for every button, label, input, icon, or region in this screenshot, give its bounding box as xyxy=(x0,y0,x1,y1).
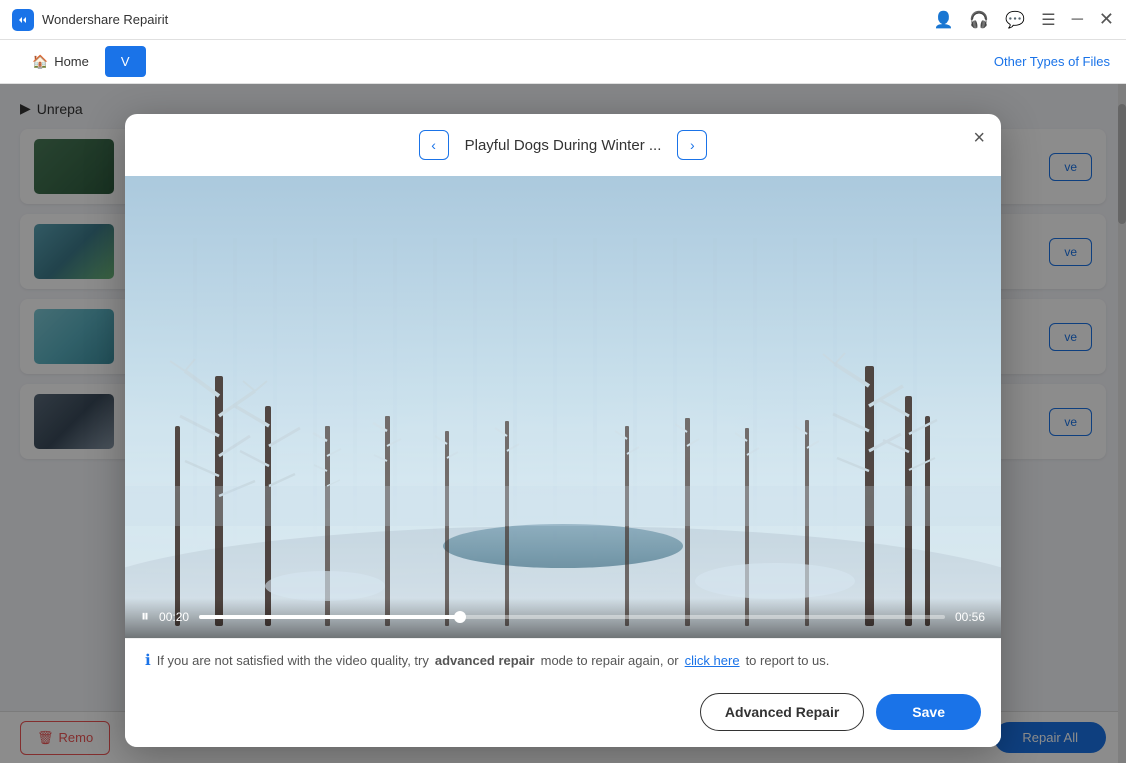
click-here-link[interactable]: click here xyxy=(685,653,740,668)
title-bar-right: 👤 🎧 💬 ☰ ─ ✕ xyxy=(933,9,1114,30)
info-icon: ℹ xyxy=(145,651,151,669)
menu-icon[interactable]: ☰ xyxy=(1041,10,1055,30)
close-icon[interactable]: ✕ xyxy=(1099,9,1114,30)
controls-row: ⏸ 00:20 00:56 xyxy=(141,608,985,626)
video-controls: ⏸ 00:20 00:56 xyxy=(125,598,1001,638)
tree-svg xyxy=(125,176,1001,638)
progress-thumb[interactable] xyxy=(454,611,466,623)
nav-video-tab[interactable]: V xyxy=(105,46,146,77)
modal-info-bar: ℹ If you are not satisfied with the vide… xyxy=(125,638,1001,681)
video-player[interactable]: ⏸ 00:20 00:56 xyxy=(125,176,1001,638)
modal-header: ‹ Playful Dogs During Winter ... › × xyxy=(125,114,1001,176)
title-bar: Wondershare Repairit 👤 🎧 💬 ☰ ─ ✕ xyxy=(0,0,1126,40)
preview-modal: ‹ Playful Dogs During Winter ... › × xyxy=(125,114,1001,747)
info-bold-text: advanced repair xyxy=(435,653,535,668)
nav-repair-types-link[interactable]: Other Types of Files xyxy=(994,54,1110,69)
prev-button[interactable]: ‹ xyxy=(419,130,449,160)
app-title: Wondershare Repairit xyxy=(42,12,168,27)
app-icon xyxy=(12,9,34,31)
progress-fill xyxy=(199,615,460,619)
time-total: 00:56 xyxy=(955,610,985,624)
person-icon[interactable]: 👤 xyxy=(933,10,953,30)
modal-close-button[interactable]: × xyxy=(973,128,985,148)
modal-title: Playful Dogs During Winter ... xyxy=(465,137,662,154)
info-text-2: mode to repair again, or xyxy=(541,653,679,668)
save-video-button[interactable]: Save xyxy=(876,694,981,730)
chevron-right-icon: › xyxy=(690,137,695,153)
main-content: ▶ Unrepa Video 1 2.4 MB ve Video 2 3.1 M… xyxy=(0,84,1126,763)
video-frame xyxy=(125,176,1001,638)
title-bar-left: Wondershare Repairit xyxy=(12,9,168,31)
time-current: 00:20 xyxy=(159,610,189,624)
nav-home-button[interactable]: 🏠 Home xyxy=(16,46,105,78)
chat-icon[interactable]: 💬 xyxy=(1005,10,1025,30)
home-icon: 🏠 xyxy=(32,54,48,70)
minimize-icon[interactable]: ─ xyxy=(1072,11,1083,29)
play-pause-button[interactable]: ⏸ xyxy=(141,608,149,626)
progress-bar[interactable] xyxy=(199,615,945,619)
nav-bar: 🏠 Home V Other Types of Files xyxy=(0,40,1126,84)
modal-overlay: ‹ Playful Dogs During Winter ... › × xyxy=(0,84,1126,763)
info-text-3: to report to us. xyxy=(746,653,830,668)
modal-footer: Advanced Repair Save xyxy=(125,681,1001,747)
headphone-icon[interactable]: 🎧 xyxy=(969,10,989,30)
chevron-left-icon: ‹ xyxy=(431,137,436,153)
info-text-1: If you are not satisfied with the video … xyxy=(157,653,429,668)
advanced-repair-button[interactable]: Advanced Repair xyxy=(700,693,864,731)
next-button[interactable]: › xyxy=(677,130,707,160)
